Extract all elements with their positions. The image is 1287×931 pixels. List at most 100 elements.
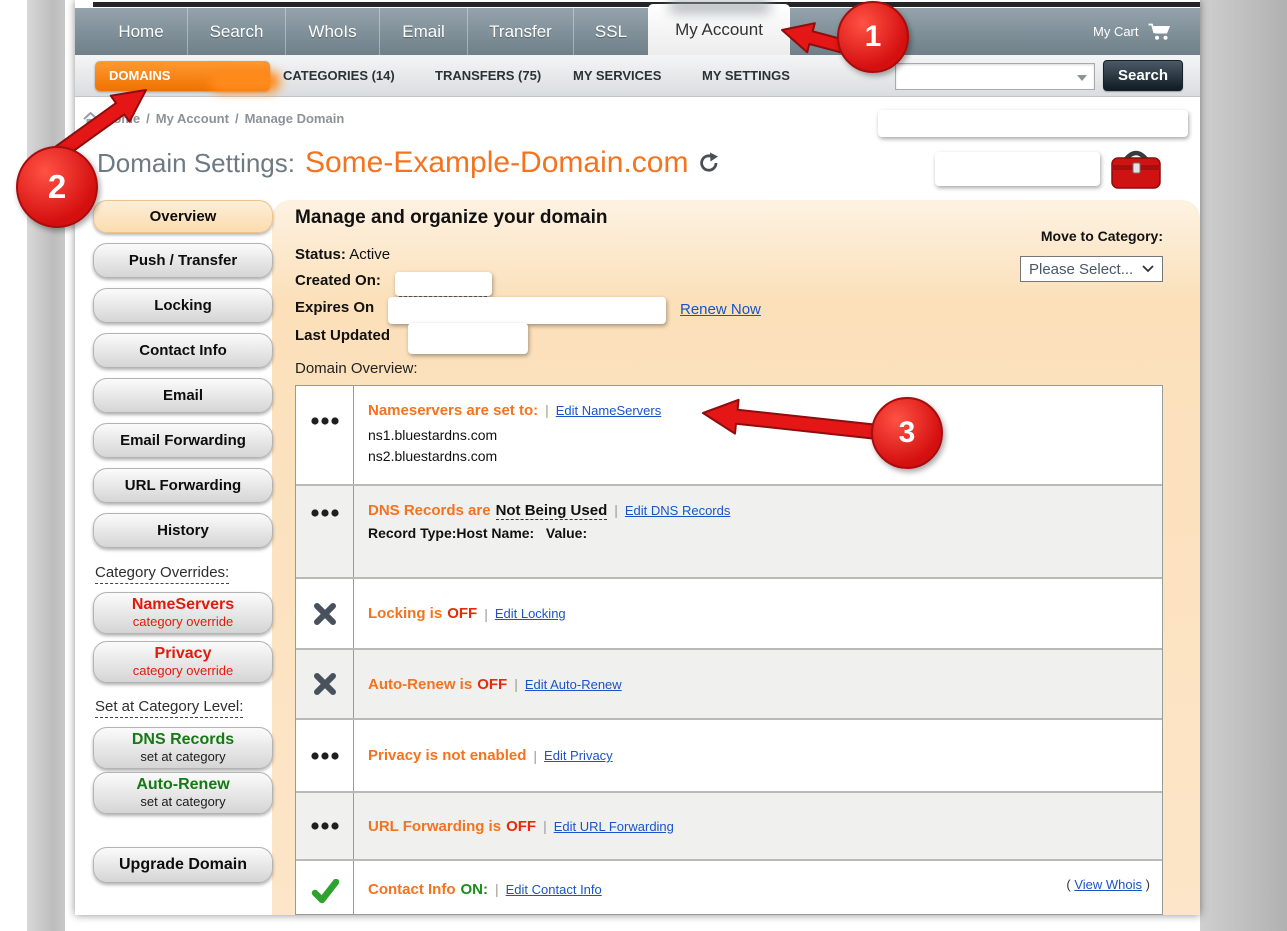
nav-tab-email[interactable]: Email [379,8,467,55]
sidebar-upgrade-domain-button[interactable]: Upgrade Domain [93,847,273,883]
table-row-nameservers: Nameservers are set to: | Edit NameServe… [296,386,1162,486]
redaction-box [408,323,528,354]
annotation-marker-2: 2 [16,146,98,228]
subnav-my-settings[interactable]: MY SETTINGS [702,55,790,97]
sidebar-tab-url-forwarding[interactable]: URL Forwarding [93,468,273,503]
status-line: Status: Active [295,246,390,263]
domains-count-redaction [210,71,280,92]
edit-nameservers-link[interactable]: Edit NameServers [556,403,661,418]
nav-tab-search[interactable]: Search [187,8,285,55]
sidebar-tab-email-forwarding[interactable]: Email Forwarding [93,423,273,458]
edit-locking-link[interactable]: Edit Locking [495,606,566,621]
updated-line: Last Updated [295,327,390,344]
set-at-category-heading: Set at Category Level: [95,698,243,718]
my-cart[interactable]: My Cart [1093,8,1173,55]
chevron-down-icon [1142,265,1154,273]
created-line: Created On: [295,272,381,289]
section-heading: Manage and organize your domain [295,207,608,229]
edit-contact-info-link[interactable]: Edit Contact Info [506,882,602,897]
renew-now-link[interactable]: Renew Now [680,301,761,318]
move-to-category-label: Move to Category: [920,228,1163,244]
row-title: Contact Info [368,881,456,898]
row-title: Locking is [368,605,442,622]
table-row-locking: Locking is OFF | Edit Locking [296,579,1162,650]
sidebar-tab-history[interactable]: History [93,513,273,548]
domain-overview-label: Domain Overview: [295,360,418,377]
sidebar-dns-records-category[interactable]: DNS Records set at category [93,727,273,769]
sidebar-nameservers-override[interactable]: NameServers category override [93,592,273,634]
sidebar-tab-locking[interactable]: Locking [93,288,273,323]
sidebar-tab-contact-info[interactable]: Contact Info [93,333,273,368]
toolbox-icon[interactable] [1107,146,1165,192]
row-status: ON: [461,881,489,898]
check-icon [296,861,354,915]
nav-tab-whois[interactable]: WhoIs [285,8,379,55]
browser-page: Home Search WhoIs Email Transfer SSL My … [75,0,1200,915]
redaction-box [395,272,492,296]
sub-navigation: DOMAINS CATEGORIES (14) TRANSFERS (75) M… [75,55,1200,97]
account-search-button[interactable]: Search [1103,60,1183,91]
breadcrumb-home[interactable]: Home [104,111,140,126]
redaction-box [878,110,1188,137]
sidebar-tab-push-transfer[interactable]: Push / Transfer [93,243,273,278]
account-search-combobox [895,63,1095,90]
account-search-input[interactable] [898,66,1068,87]
nameserver-value: ns2.bluestardns.com [368,446,1162,467]
row-title: Privacy is not enabled [368,747,526,764]
domain-overview-table: Nameservers are set to: | Edit NameServe… [295,385,1163,915]
record-header: Record Type:Host Name: Value: [368,525,1162,541]
subnav-transfers[interactable]: TRANSFERS (75) [435,55,541,97]
view-whois-link[interactable]: View Whois [1074,877,1142,892]
subnav-categories[interactable]: CATEGORIES (14) [283,55,395,97]
x-icon [296,579,354,648]
dots-icon [296,793,354,859]
edit-auto-renew-link[interactable]: Edit Auto-Renew [525,677,622,692]
breadcrumb-separator: / [235,111,239,126]
breadcrumb-my-account[interactable]: My Account [156,111,229,126]
breadcrumb-separator: / [146,111,150,126]
dots-icon [296,486,354,577]
redaction-box [388,297,666,324]
row-title: Auto-Renew is [368,676,472,693]
table-row-contact-info: Contact Info ON: | Edit Contact Info ( V… [296,861,1162,915]
title-label: Domain Settings: [97,148,295,179]
table-row-privacy: Privacy is not enabled | Edit Privacy [296,720,1162,793]
nav-tab-home[interactable]: Home [95,8,187,55]
move-to-category-select[interactable]: Please Select... [1020,256,1163,282]
account-name-redaction [670,0,770,13]
annotation-marker-1: 1 [837,1,909,73]
breadcrumb: Home / My Account / Manage Domain [83,111,344,126]
table-row-auto-renew: Auto-Renew is OFF | Edit Auto-Renew [296,650,1162,720]
nav-tab-ssl[interactable]: SSL [573,8,648,55]
row-title: DNS Records are [368,502,491,519]
x-icon [296,650,354,718]
nameserver-value: ns1.bluestardns.com [368,425,1162,446]
row-title: URL Forwarding is [368,818,501,835]
dots-icon [296,386,354,484]
desktop-left-strip [27,0,65,931]
sidebar-auto-renew-category[interactable]: Auto-Renew set at category [93,772,273,814]
subnav-domains-button[interactable]: DOMAINS [95,61,270,91]
row-status: Not Being Used [496,502,608,520]
nav-tab-transfer[interactable]: Transfer [467,8,573,55]
status-value: Active [349,246,390,263]
expires-line: Expires On [295,299,374,316]
table-row-url-forwarding: URL Forwarding is OFF | Edit URL Forward… [296,793,1162,861]
breadcrumb-current: Manage Domain [245,111,345,126]
page-top-edge [93,2,1200,7]
annotation-marker-3: 3 [871,397,943,469]
combobox-dropdown-icon[interactable] [1077,75,1087,81]
my-cart-label: My Cart [1093,24,1139,39]
refresh-icon[interactable] [698,152,720,174]
sidebar-tab-email[interactable]: Email [93,378,273,413]
sidebar-privacy-override[interactable]: Privacy category override [93,641,273,683]
edit-dns-records-link[interactable]: Edit DNS Records [625,503,730,518]
sidebar-tab-overview[interactable]: Overview [93,200,273,233]
row-title: Nameservers are set to: [368,402,538,419]
edit-url-forwarding-link[interactable]: Edit URL Forwarding [554,819,674,834]
page-title: Domain Settings: Some-Example-Domain.com [97,146,720,180]
subnav-my-services[interactable]: MY SERVICES [573,55,661,97]
edit-privacy-link[interactable]: Edit Privacy [544,748,613,763]
desktop-right-strip [1200,0,1287,931]
view-whois-wrap: ( View Whois ) [1066,877,1150,892]
